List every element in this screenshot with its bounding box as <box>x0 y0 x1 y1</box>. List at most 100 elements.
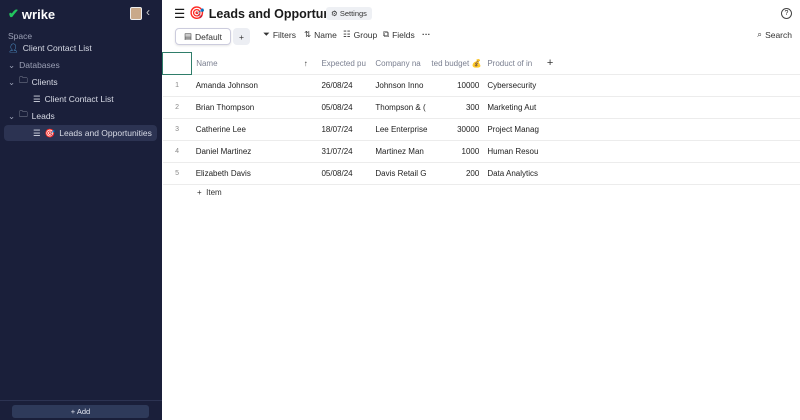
column-header-name[interactable]: Name <box>191 52 304 75</box>
filter-icon: ⏷ <box>263 29 270 39</box>
column-header-product[interactable]: Product of in <box>483 52 543 75</box>
cell-expected[interactable]: 05/08/24 <box>317 96 372 119</box>
add-label: Add <box>76 407 91 416</box>
filters-button[interactable]: ⏷ Filters <box>263 29 296 40</box>
sidebar: ✔ wrike ‹ Space 👤︎ Client Contact List ⌄ Da… <box>0 0 162 420</box>
row-number[interactable]: 5 <box>162 162 192 185</box>
cell-company[interactable]: Lee Enterprise <box>371 118 432 141</box>
divider <box>0 400 162 401</box>
select-all-cell[interactable] <box>161 52 193 75</box>
empty-cell <box>303 118 318 141</box>
cell-budget[interactable]: 200 <box>431 162 484 185</box>
cell-name[interactable]: Amanda Johnson <box>191 74 304 97</box>
cell-company[interactable]: Johnson Inno <box>371 74 432 97</box>
header-filler <box>566 52 800 75</box>
more-button[interactable]: ··· <box>422 29 431 39</box>
empty-cell <box>566 118 800 141</box>
add-column-button[interactable]: + <box>542 52 567 75</box>
logo-text: wrike <box>21 6 56 22</box>
sort-button[interactable]: ⇅ Name <box>304 29 337 40</box>
sidebar-item-clients[interactable]: ⌄ 🗀 Clients <box>8 74 58 90</box>
cell-product[interactable]: Cybersecurity <box>483 74 543 97</box>
cell-name[interactable]: Daniel Martinez <box>191 140 304 163</box>
main: ☰ 🎯 Leads and Opportunities ⚙ Settings ? ▤… <box>161 0 800 420</box>
sidebar-item-databases[interactable]: ⌄ Databases <box>8 57 60 73</box>
add-item-button[interactable]: + Item <box>197 188 222 197</box>
target-emoji-icon: 🎯 <box>44 127 56 138</box>
cell-company[interactable]: Thompson & ( <box>371 96 432 119</box>
list-icon: ☰ <box>33 93 41 104</box>
collapse-sidebar-icon[interactable]: ‹ <box>146 5 150 19</box>
fields-label: Fields <box>392 29 415 40</box>
sidebar-item-client-contact-list[interactable]: 👤︎ Client Contact List <box>8 40 92 56</box>
cell-company[interactable]: Martinez Man <box>371 140 432 163</box>
table-row[interactable]: 5 Elizabeth Davis 05/08/24 Davis Retail G 20… <box>162 162 800 185</box>
search-button[interactable]: ⌕ Search <box>757 29 792 40</box>
target-emoji-icon: 🎯 <box>189 6 205 20</box>
avatar[interactable] <box>130 7 142 20</box>
cell-expected[interactable]: 18/07/24 <box>317 118 372 141</box>
cell-name[interactable]: Brian Thompson <box>191 96 304 119</box>
item-label: Client Contact List <box>22 43 92 53</box>
view-label: Default <box>195 31 222 42</box>
wrike-logo[interactable]: ✔ wrike <box>8 6 55 22</box>
column-header-company[interactable]: Company na <box>371 52 432 75</box>
view-default-tab[interactable]: ▤ Default <box>175 28 231 45</box>
cell-product[interactable]: Marketing Aut <box>483 96 543 119</box>
sidebar-item-leads-and-opportunities[interactable]: ☰ 🎯 Leads and Opportunities <box>4 125 157 141</box>
empty-cell <box>542 140 567 163</box>
row-number[interactable]: 1 <box>162 74 192 97</box>
list-icon: ☰ <box>174 7 186 21</box>
help-icon[interactable]: ? <box>781 8 792 19</box>
folder-icon: 🗀 <box>19 75 28 85</box>
table-row[interactable]: 3 Catherine Lee 18/07/24 Lee Enterprise 3000… <box>162 118 800 141</box>
fields-button[interactable]: ⧉ Fields <box>383 29 415 40</box>
empty-cell <box>542 96 567 119</box>
table-header: Name ↑ Expected pu Company na ted budget… <box>161 52 800 75</box>
column-header-budget[interactable]: ted budget 💰 <box>431 52 484 75</box>
group-button[interactable]: ☷ Group <box>343 29 377 40</box>
cell-budget[interactable]: 1000 <box>431 140 484 163</box>
item-label: Clients <box>31 77 58 87</box>
item-label: Leads <box>31 111 55 121</box>
cell-budget[interactable]: 10000 <box>431 74 484 97</box>
filters-label: Filters <box>272 29 296 40</box>
item-label: Databases <box>19 60 60 70</box>
group-icon: ☷ <box>343 29 351 39</box>
table-row[interactable]: 1 Amanda Johnson 26/08/24 Johnson Inno 10000… <box>162 74 800 97</box>
row-number[interactable]: 3 <box>162 118 192 141</box>
fields-icon: ⧉ <box>383 29 390 39</box>
column-header-expected[interactable]: Expected pu <box>317 52 372 75</box>
row-number[interactable]: 4 <box>162 140 192 163</box>
sort-label: Name <box>314 29 337 40</box>
sidebar-item-leads[interactable]: ⌄ 🗀 Leads <box>8 108 55 124</box>
cell-product[interactable]: Human Resou <box>483 140 543 163</box>
cell-expected[interactable]: 26/08/24 <box>317 74 372 97</box>
empty-cell <box>542 162 567 185</box>
item-label: Client Contact List <box>44 94 114 104</box>
cell-product[interactable]: Project Manag <box>483 118 543 141</box>
cell-company[interactable]: Davis Retail G <box>371 162 432 185</box>
add-button[interactable]: + Add <box>12 405 149 418</box>
empty-cell <box>566 96 800 119</box>
sidebar-item-client-contact-list-db[interactable]: ☰ Client Contact List <box>33 91 114 107</box>
folder-icon: 🗀 <box>19 109 28 119</box>
cell-name[interactable]: Catherine Lee <box>191 118 304 141</box>
add-view-button[interactable]: + <box>233 28 250 45</box>
settings-button[interactable]: ⚙ Settings <box>326 7 372 20</box>
sort-asc-icon[interactable]: ↑ <box>303 52 318 75</box>
row-number[interactable]: 2 <box>162 96 192 119</box>
cell-expected[interactable]: 05/08/24 <box>317 162 372 185</box>
settings-label: Settings <box>339 9 367 18</box>
cell-name[interactable]: Elizabeth Davis <box>191 162 304 185</box>
table-row[interactable]: 2 Brian Thompson 05/08/24 Thompson & (300 Ma… <box>162 96 800 119</box>
data-table: Name ↑ Expected pu Company na ted budget… <box>161 52 800 185</box>
empty-cell <box>566 162 800 185</box>
user-icon: 👤︎ <box>8 42 19 53</box>
cell-budget[interactable]: 300 <box>431 96 484 119</box>
table-row[interactable]: 4 Daniel Martinez 31/07/24 Martinez Man 1000… <box>162 140 800 163</box>
cell-expected[interactable]: 31/07/24 <box>317 140 372 163</box>
cell-product[interactable]: Data Analytics <box>483 162 543 185</box>
cell-budget[interactable]: 30000 <box>431 118 484 141</box>
group-label: Group <box>353 29 378 40</box>
